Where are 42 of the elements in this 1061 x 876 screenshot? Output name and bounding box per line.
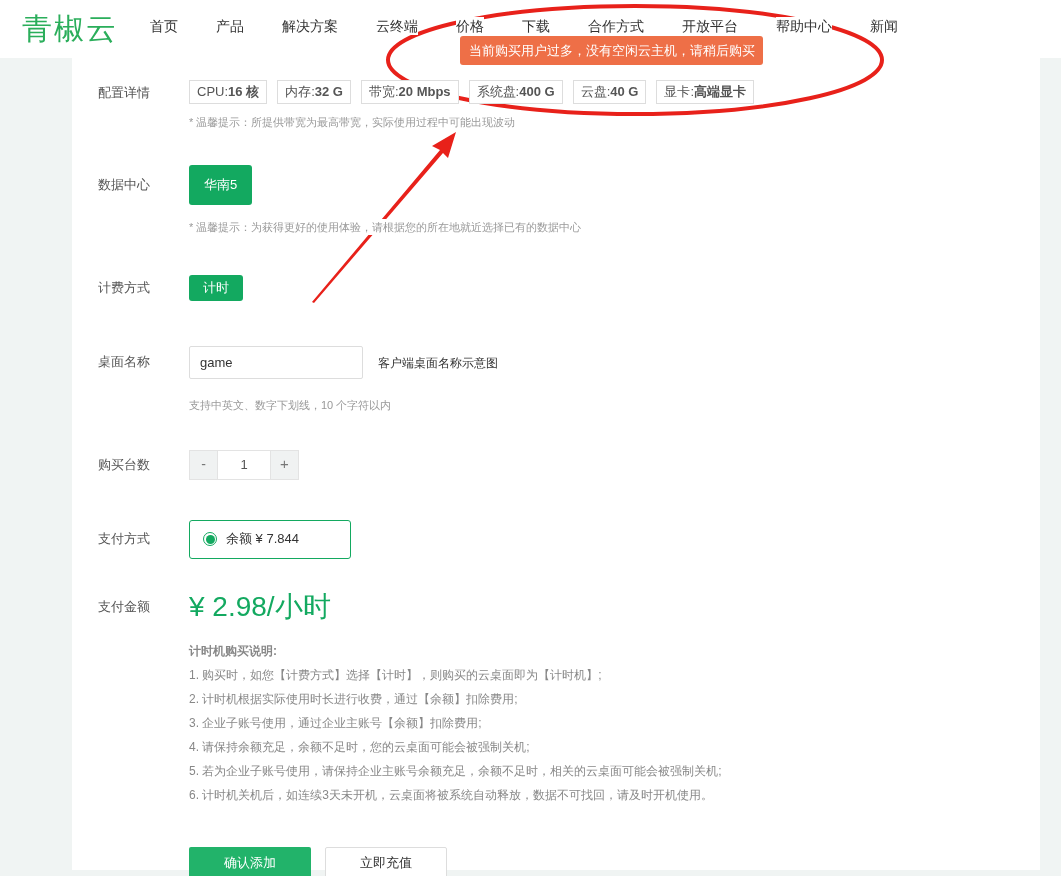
hint-text: * 温馨提示：所提供带宽为最高带宽，实际使用过程中可能出现波动: [189, 114, 516, 131]
note-text: 3. 企业子账号使用，通过企业主账号【余额】扣除费用;: [189, 714, 483, 732]
nav-link[interactable]: 帮助中心: [776, 17, 832, 35]
note-text: 1. 购买时，如您【计费方式】选择【计时】，则购买的云桌面即为【计时机】;: [189, 666, 603, 684]
recharge-button[interactable]: 立即充值: [325, 846, 447, 876]
name-input[interactable]: game: [189, 346, 363, 379]
nav-link[interactable]: 解决方案: [282, 17, 338, 35]
spec-tag: 显卡:高端显卡: [656, 80, 755, 104]
note-text: 4. 请保持余额充足，余额不足时，您的云桌面可能会被强制关机;: [189, 738, 531, 756]
payment-option[interactable]: 余额 ¥ 7.844: [189, 519, 351, 559]
field-label: 计费方式: [98, 279, 151, 297]
spec-tag: 系统盘:400 G: [468, 80, 563, 104]
note-text: 5. 若为企业子账号使用，请保持企业主账号余额充足，余额不足时，相关的云桌面可能会被强制关机;: [189, 762, 723, 780]
field-label: 配置详情: [98, 84, 151, 102]
field-label: 桌面名称: [98, 353, 151, 371]
price-text: ¥ 2.98/小时: [189, 589, 331, 624]
nav-link[interactable]: 价格: [456, 17, 484, 35]
field-label: 支付方式: [98, 530, 151, 548]
note-text: 6. 计时机关机后，如连续3天未开机，云桌面将被系统自动释放，数据不可找回，请及时开机使用。: [189, 786, 714, 804]
spec-tag: CPU:16 核: [189, 80, 268, 104]
spec-tag: 内存:32 G: [277, 80, 351, 104]
example-link[interactable]: 客户端桌面名称示意图: [378, 353, 498, 372]
nav-link[interactable]: 云终端: [376, 17, 418, 35]
quantity-stepper[interactable]: - 1 +: [189, 449, 299, 480]
nav-link[interactable]: 产品: [216, 17, 244, 35]
hint-text: * 温馨提示：为获得更好的使用体验，请根据您的所在地就近选择已有的数据中心: [189, 218, 582, 235]
spec-tag: 云盘:40 G: [572, 80, 647, 104]
nav-link[interactable]: 新闻: [870, 17, 898, 35]
spec-tag: 带宽:20 Mbps: [360, 80, 459, 104]
nav-link[interactable]: 下载: [522, 17, 550, 35]
note-text: 2. 计时机根据实际使用时长进行收费，通过【余额】扣除费用;: [189, 690, 519, 708]
field-label: 支付金额: [98, 597, 151, 616]
nav-link[interactable]: 合作方式: [588, 17, 644, 35]
field-label: 数据中心: [98, 175, 151, 194]
nav-link[interactable]: 首页: [150, 17, 178, 35]
notes-title: 计时机购买说明:: [189, 642, 278, 660]
hint-text: 支持中英文、数字下划线，10 个字符以内: [189, 397, 392, 414]
minus-button[interactable]: -: [190, 450, 217, 479]
nav-link[interactable]: 开放平台: [682, 17, 738, 35]
field-label: 购买台数: [98, 455, 151, 474]
plus-button[interactable]: +: [271, 450, 298, 479]
toast-message: 当前购买用户过多，没有空闲云主机，请稍后购买: [460, 36, 763, 65]
